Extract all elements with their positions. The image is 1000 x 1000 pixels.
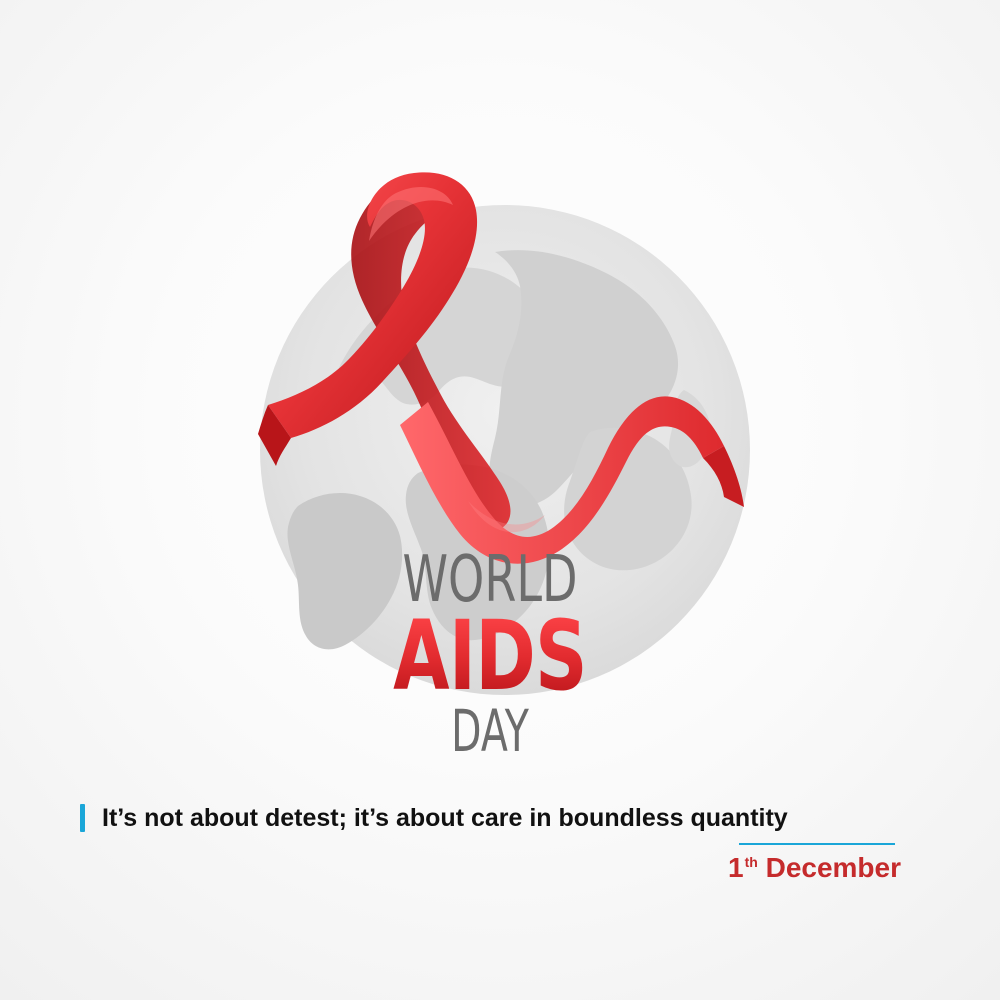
date-day-suffix: th xyxy=(744,853,758,870)
poster-artwork xyxy=(258,172,750,695)
date-divider xyxy=(739,843,895,845)
event-date: 1th December xyxy=(713,851,901,885)
date-day-number: 1 xyxy=(728,852,744,883)
tagline-section: It’s not about detest; it’s about care i… xyxy=(80,800,900,836)
tagline-accent-bar xyxy=(80,804,85,832)
tagline-text: It’s not about detest; it’s about care i… xyxy=(102,804,788,832)
title-day-text: DAY xyxy=(451,697,529,765)
date-month: December xyxy=(765,852,901,883)
title-aids-text: AIDS xyxy=(393,600,587,712)
